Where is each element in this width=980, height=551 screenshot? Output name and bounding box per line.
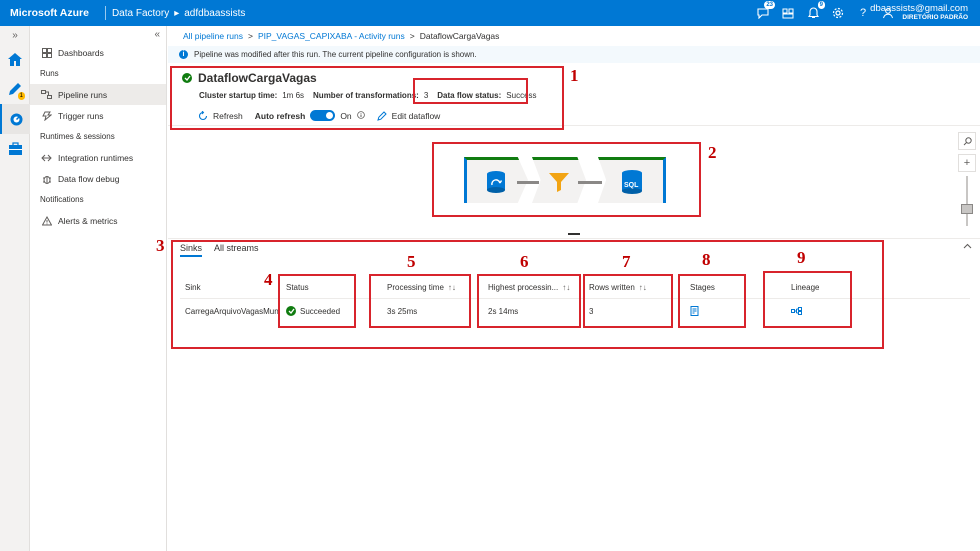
home-rail-button[interactable] bbox=[0, 44, 30, 74]
annotation-box-8 bbox=[678, 274, 746, 328]
nav-item-label: Pipeline runs bbox=[58, 89, 108, 100]
notifications-badge: 9 bbox=[817, 1, 825, 9]
annotation-number-6: 6 bbox=[520, 252, 529, 271]
nav-item-label: Trigger runs bbox=[58, 110, 104, 121]
nav-item-label: Integration runtimes bbox=[58, 152, 134, 163]
annotation-number-3: 3 bbox=[156, 236, 165, 255]
expand-chevron-icon: » bbox=[12, 29, 18, 41]
nav-group-runs: Runs bbox=[40, 69, 59, 78]
pending-changes-badge: 1 bbox=[17, 92, 25, 100]
left-rail: » 1 bbox=[0, 26, 30, 551]
breadcrumb-activity-runs[interactable]: PIP_VAGAS_CAPIXABA - Activity runs bbox=[258, 31, 405, 41]
feedback-icon[interactable]: 23 bbox=[757, 1, 775, 19]
annotation-box-1-inner bbox=[413, 78, 528, 104]
annotation-box-6 bbox=[477, 274, 581, 328]
annotation-number-1: 1 bbox=[570, 66, 579, 85]
azure-brand[interactable]: Microsoft Azure bbox=[0, 7, 99, 19]
monitor-gauge-icon bbox=[10, 113, 22, 125]
breadcrumb-all-pipeline-runs[interactable]: All pipeline runs bbox=[183, 31, 243, 41]
directory-switch-icon[interactable] bbox=[782, 7, 794, 19]
brand-divider bbox=[104, 6, 106, 20]
monitor-nav-pane: « Dashboards Runs Pipeline runs Trigger … bbox=[30, 26, 167, 551]
zoom-thumb[interactable] bbox=[961, 204, 973, 214]
annotation-box-5 bbox=[369, 274, 471, 328]
nav-item-trigger-runs[interactable]: Trigger runs bbox=[30, 105, 166, 126]
author-rail-button[interactable]: 1 bbox=[0, 74, 30, 104]
nav-group-notifications: Notifications bbox=[40, 195, 84, 204]
dashboard-icon bbox=[41, 47, 52, 58]
breadcrumb-separator: > bbox=[409, 31, 415, 41]
nav-item-integration-runtimes[interactable]: Integration runtimes bbox=[30, 147, 166, 168]
zoom-tools: + bbox=[958, 132, 976, 226]
nav-item-label: Alerts & metrics bbox=[58, 215, 118, 226]
factory-name[interactable]: adfdbaassists bbox=[184, 8, 245, 19]
manage-rail-button[interactable] bbox=[0, 134, 30, 164]
breadcrumb-current: DataflowCargaVagas bbox=[419, 31, 500, 41]
annotation-box-9 bbox=[763, 271, 852, 328]
nav-item-label: Data flow debug bbox=[58, 173, 120, 184]
annotation-number-8: 8 bbox=[702, 250, 711, 269]
nav-item-alerts-metrics[interactable]: Alerts & metrics bbox=[30, 210, 166, 231]
trigger-icon bbox=[41, 110, 52, 121]
user-email: dbaassists@gmail.com bbox=[870, 3, 968, 14]
nav-item-dashboards[interactable]: Dashboards bbox=[30, 42, 166, 63]
nav-item-label: Dashboards bbox=[58, 47, 104, 58]
expand-rail-button[interactable]: » bbox=[0, 26, 30, 44]
account-info[interactable]: dbaassists@gmail.com DIRETÓRIO PADRÃO bbox=[870, 3, 968, 21]
nav-item-pipeline-runs[interactable]: Pipeline runs bbox=[30, 84, 166, 105]
panel-divider bbox=[168, 238, 980, 239]
settings-gear-icon[interactable] bbox=[832, 7, 844, 19]
user-directory: DIRETÓRIO PADRÃO bbox=[902, 14, 968, 21]
service-name[interactable]: Data Factory bbox=[112, 8, 169, 19]
annotation-number-9: 9 bbox=[797, 248, 806, 267]
nav-item-data-flow-debug[interactable]: Data flow debug bbox=[30, 168, 166, 189]
annotation-box-7 bbox=[583, 274, 673, 328]
zoom-search-button[interactable] bbox=[958, 132, 976, 150]
annotation-number-5: 5 bbox=[407, 252, 416, 271]
top-bar: Microsoft Azure Data Factory ▸ adfdbaass… bbox=[0, 0, 980, 26]
home-icon bbox=[8, 52, 22, 66]
panel-resize-handle[interactable] bbox=[568, 233, 580, 235]
alert-triangle-icon bbox=[41, 215, 52, 226]
info-message-bar: i Pipeline was modified after this run. … bbox=[168, 46, 980, 63]
chevron-right-icon: ▸ bbox=[174, 7, 180, 19]
pipeline-icon bbox=[41, 89, 52, 100]
zoom-track bbox=[966, 176, 968, 226]
notifications-bell-icon[interactable]: 9 bbox=[807, 1, 825, 19]
debug-bug-icon bbox=[41, 173, 52, 184]
integration-runtime-icon bbox=[41, 152, 52, 163]
nav-group-runtimes: Runtimes & sessions bbox=[40, 132, 115, 141]
search-icon bbox=[963, 136, 972, 145]
collapse-nav-icon[interactable]: « bbox=[154, 29, 160, 40]
breadcrumb: All pipeline runs > PIP_VAGAS_CAPIXABA -… bbox=[183, 31, 499, 41]
toolbox-icon bbox=[8, 142, 22, 155]
collapse-panel-icon[interactable] bbox=[963, 241, 972, 252]
info-message-text: Pipeline was modified after this run. Th… bbox=[194, 50, 477, 59]
factory-breadcrumb: Data Factory ▸ adfdbaassists bbox=[112, 8, 245, 19]
monitor-rail-button[interactable] bbox=[0, 104, 30, 134]
help-icon[interactable]: ? bbox=[857, 7, 869, 19]
annotation-box-2 bbox=[432, 142, 701, 217]
plus-icon: + bbox=[963, 157, 971, 169]
breadcrumb-separator: > bbox=[248, 31, 253, 41]
feedback-badge: 23 bbox=[764, 1, 775, 9]
info-icon: i bbox=[179, 50, 188, 59]
zoom-in-button[interactable]: + bbox=[958, 154, 976, 172]
annotation-number-7: 7 bbox=[622, 252, 631, 271]
annotation-number-4: 4 bbox=[264, 270, 273, 289]
annotation-box-4 bbox=[278, 274, 356, 328]
zoom-slider[interactable] bbox=[958, 176, 976, 226]
annotation-number-2: 2 bbox=[708, 143, 717, 162]
